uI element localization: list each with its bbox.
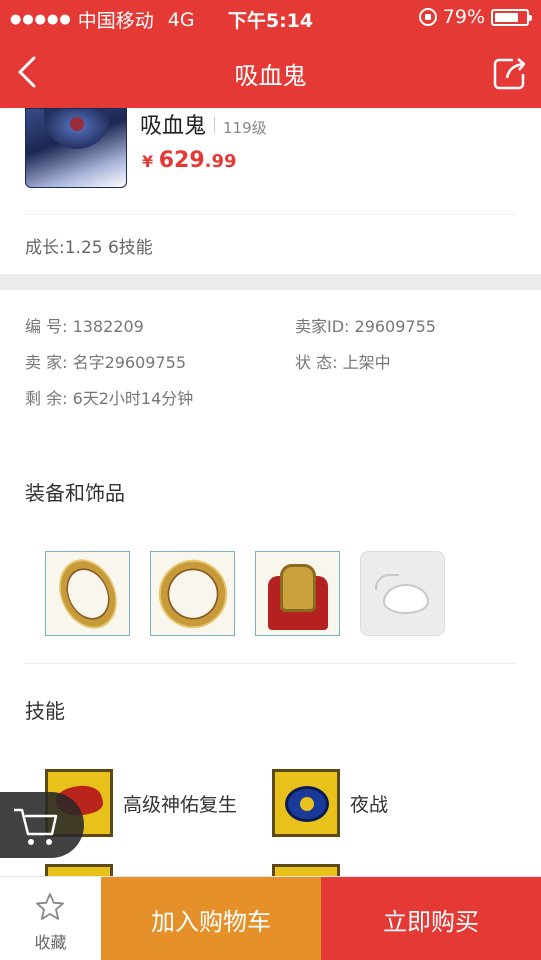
product-level: 119级 xyxy=(223,119,267,137)
page-title: 吸血鬼 xyxy=(234,62,307,90)
growth-text: 成长:1.25 6技能 xyxy=(25,238,153,258)
pouch-placeholder-icon xyxy=(375,574,433,616)
bottom-action-bar: 收藏 加入购物车 立即购买 xyxy=(0,876,541,960)
listing-id: 编 号: 1382209 xyxy=(25,317,144,336)
battery-percent: 79% xyxy=(442,6,485,28)
floating-cart-button[interactable] xyxy=(0,792,84,858)
battery-icon xyxy=(491,8,532,26)
equipment-slot-ring-2[interactable] xyxy=(150,551,235,636)
product-name-row: 吸血鬼 119级 xyxy=(140,108,267,140)
price-decimal: .99 xyxy=(204,151,237,172)
ring-icon xyxy=(50,552,126,636)
status-bar: ●●●●● 中国移动 4G 下午5:14 79% xyxy=(0,0,541,36)
section-separator xyxy=(0,274,541,290)
buy-now-button[interactable]: 立即购买 xyxy=(321,877,541,960)
skill-label: 高级神佑复生 xyxy=(123,793,238,816)
status-right: 79% xyxy=(418,6,532,28)
product-name: 吸血鬼 xyxy=(140,114,207,139)
equipment-slot-empty xyxy=(360,551,445,636)
cart-icon xyxy=(14,808,58,845)
name-divider xyxy=(214,117,216,133)
pet-thumbnail xyxy=(25,108,127,188)
add-to-cart-button[interactable]: 加入购物车 xyxy=(101,877,321,960)
product-price: ¥ 629.99 xyxy=(142,148,237,173)
favorite-label: 收藏 xyxy=(34,933,67,952)
nav-bar: 吸血鬼 xyxy=(0,36,541,108)
skills-title: 技能 xyxy=(25,699,65,723)
ring-icon xyxy=(160,561,226,627)
equipment-slot-ring-1[interactable] xyxy=(45,551,130,636)
equipment-slot-armor[interactable] xyxy=(255,551,340,636)
equipment-title: 装备和饰品 xyxy=(25,481,125,505)
seller-name: 卖 家: 名字29609755 xyxy=(25,353,187,372)
divider xyxy=(25,663,516,664)
skill-item[interactable]: 夜战 xyxy=(272,769,388,837)
listing-status: 状 态: 上架中 xyxy=(295,353,391,372)
price-currency: ¥ xyxy=(142,152,154,171)
price-integer: 629 xyxy=(158,148,205,173)
armor-icon xyxy=(268,560,328,630)
skill-label: 夜战 xyxy=(350,793,389,816)
time-remaining: 剩 余: 6天2小时14分钟 xyxy=(25,389,194,408)
star-icon xyxy=(36,893,64,920)
share-button[interactable] xyxy=(491,52,531,92)
app-page: ●●●●● 中国移动 4G 下午5:14 79% 吸血鬼 吸血鬼 119级 ¥ … xyxy=(0,0,541,960)
share-icon xyxy=(493,58,526,90)
divider xyxy=(25,214,516,215)
seller-id: 卖家ID: 29609755 xyxy=(295,317,436,336)
product-header: 吸血鬼 119级 ¥ 629.99 xyxy=(0,108,541,214)
favorite-button[interactable]: 收藏 xyxy=(0,877,101,960)
equipment-list xyxy=(45,551,445,636)
rotation-lock-icon xyxy=(418,8,437,26)
night-eye-skill-icon xyxy=(272,769,340,837)
